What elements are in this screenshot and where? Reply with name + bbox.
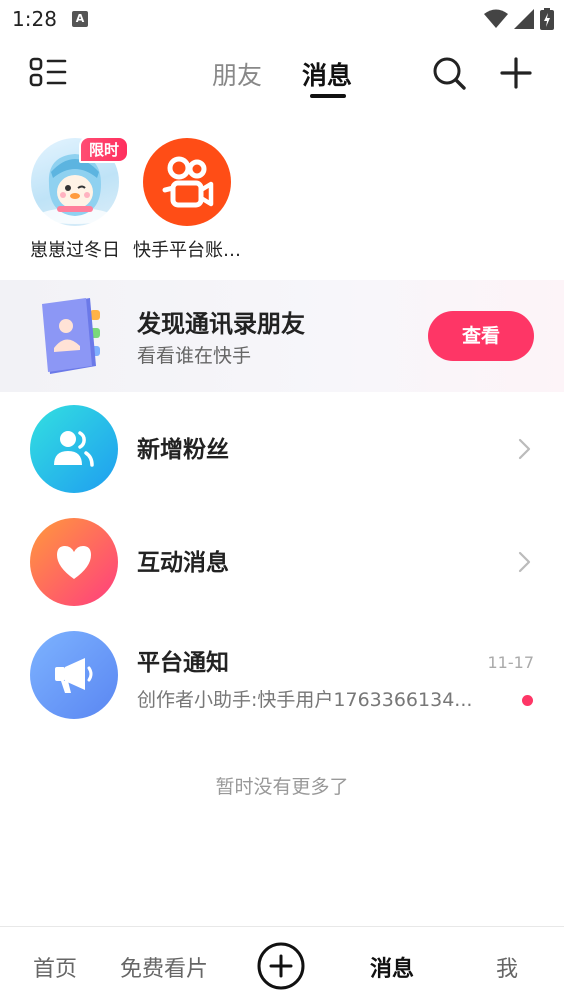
story-item[interactable]: 快手平台账… [132, 138, 242, 262]
followers-icon [30, 405, 118, 493]
chevron-right-icon [518, 551, 531, 573]
search-icon[interactable] [431, 55, 467, 91]
message-time: 11-17 [487, 653, 535, 672]
message-row-new-followers[interactable]: 新增粉丝 [0, 393, 564, 505]
plus-circle-icon[interactable] [257, 942, 305, 990]
story-label: 快手平台账… [133, 240, 241, 261]
tab-messages[interactable]: 消息 [302, 56, 352, 92]
chevron-right-icon [518, 438, 531, 460]
wifi-icon [484, 9, 508, 28]
contact-book-icon [38, 296, 108, 376]
unread-dot [522, 695, 533, 706]
tab-friends[interactable]: 朋友 [212, 56, 262, 92]
battery-icon [540, 8, 554, 30]
limited-badge: 限时 [79, 136, 130, 163]
kuaishou-logo-icon [162, 156, 214, 208]
bottom-nav-home[interactable]: 首页 [33, 951, 77, 983]
message-row-interactions[interactable]: 互动消息 [0, 506, 564, 618]
bottom-nav: 首页 免费看片 消息 我 [0, 926, 564, 1002]
row-title: 新增粉丝 [137, 437, 229, 463]
story-label: 崽崽过冬日 [30, 240, 120, 261]
bottom-nav-me[interactable]: 我 [496, 951, 518, 983]
message-preview: 创作者小助手:快手用户1763366134... [137, 689, 473, 711]
status-bar: 1:28 A [0, 0, 564, 38]
row-title: 平台通知 [137, 650, 229, 676]
heart-icon [30, 518, 118, 606]
kuaishou-logo-avatar [143, 138, 231, 226]
end-of-list-text: 暂时没有更多了 [215, 776, 349, 798]
row-title: 互动消息 [137, 550, 229, 576]
bottom-nav-free-movies[interactable]: 免费看片 [120, 951, 208, 983]
story-item[interactable]: 限时 崽崽过冬日 [20, 136, 130, 262]
banner-title: 发现通讯录朋友 [137, 310, 305, 338]
signal-icon [514, 9, 534, 29]
message-row-platform-notice[interactable]: 平台通知 11-17 创作者小助手:快手用户1763366134... [0, 619, 564, 731]
status-time: 1:28 [12, 7, 57, 31]
notification-icon: A [72, 11, 88, 27]
status-icons [484, 8, 554, 30]
megaphone-icon [30, 631, 118, 719]
plus-icon[interactable] [498, 55, 534, 91]
list-menu-icon[interactable] [28, 56, 68, 88]
active-tab-indicator [310, 94, 346, 98]
view-button[interactable]: 查看 [428, 311, 534, 361]
contacts-banner[interactable]: 发现通讯录朋友 看看谁在快手 查看 [0, 280, 564, 392]
bottom-nav-messages[interactable]: 消息 [370, 951, 414, 983]
top-nav: 朋友 消息 [0, 40, 564, 110]
penguin-mascot-avatar: 限时 [31, 136, 130, 226]
banner-subtitle: 看看谁在快手 [137, 345, 252, 367]
